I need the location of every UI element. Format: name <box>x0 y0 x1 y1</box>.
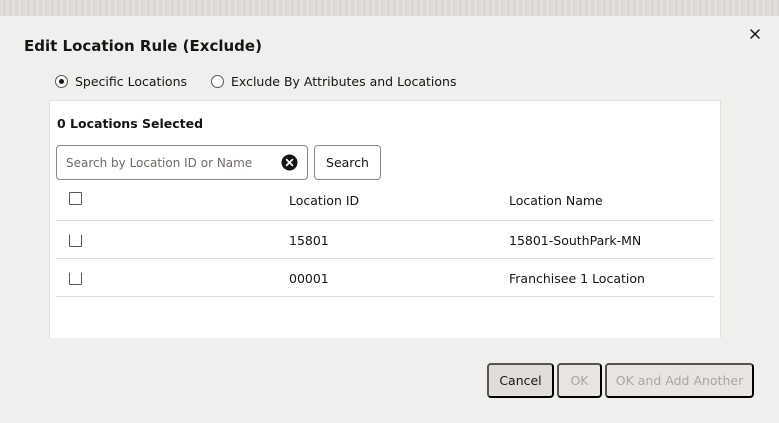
location-name-cell: 15801-SouthPark-MN <box>509 233 642 248</box>
radio-label: Exclude By Attributes and Locations <box>231 73 457 89</box>
table-row[interactable]: 15801 15801-SouthPark-MN <box>56 221 714 259</box>
table-row[interactable]: 00001 Franchisee 1 Location <box>56 259 714 297</box>
radio-specific-locations[interactable]: Specific Locations <box>55 74 187 89</box>
ok-button[interactable]: OK <box>557 363 602 398</box>
close-icon[interactable] <box>746 25 764 43</box>
search-field[interactable] <box>56 145 308 180</box>
table-header-row: Location ID Location Name <box>56 183 714 221</box>
search-input[interactable] <box>66 154 276 172</box>
location-id-cell: 15801 <box>289 233 329 248</box>
ok-and-add-another-button[interactable]: OK and Add Another <box>605 363 754 398</box>
radio-exclude-by-attributes[interactable]: Exclude By Attributes and Locations <box>211 74 456 89</box>
dialog-title: Edit Location Rule (Exclude) <box>24 37 262 55</box>
selected-count: 0 Locations Selected <box>57 116 204 131</box>
column-header-location-id[interactable]: Location ID <box>289 193 359 208</box>
location-id-cell: 00001 <box>289 271 329 286</box>
edit-location-rule-dialog: Edit Location Rule (Exclude) Specific Lo… <box>0 16 779 423</box>
row-checkbox[interactable] <box>69 272 82 285</box>
radio-label: Specific Locations <box>75 73 188 89</box>
location-name-cell: Franchisee 1 Location <box>509 271 645 286</box>
mode-radio-group: Specific Locations Exclude By Attributes… <box>55 72 480 90</box>
search-button[interactable]: Search <box>314 145 381 180</box>
backdrop-strip <box>0 0 779 16</box>
locations-table: Location ID Location Name 15801 15801-So… <box>56 183 714 297</box>
column-header-location-name[interactable]: Location Name <box>509 193 603 208</box>
radio-selected-icon[interactable] <box>55 74 68 88</box>
row-checkbox[interactable] <box>69 234 82 247</box>
locations-panel: 0 Locations Selected Search Location ID … <box>49 100 721 338</box>
cancel-button[interactable]: Cancel <box>487 363 554 398</box>
clear-circle-icon[interactable] <box>281 154 298 171</box>
radio-unselected-icon[interactable] <box>211 74 225 88</box>
select-all-checkbox[interactable] <box>69 192 82 205</box>
